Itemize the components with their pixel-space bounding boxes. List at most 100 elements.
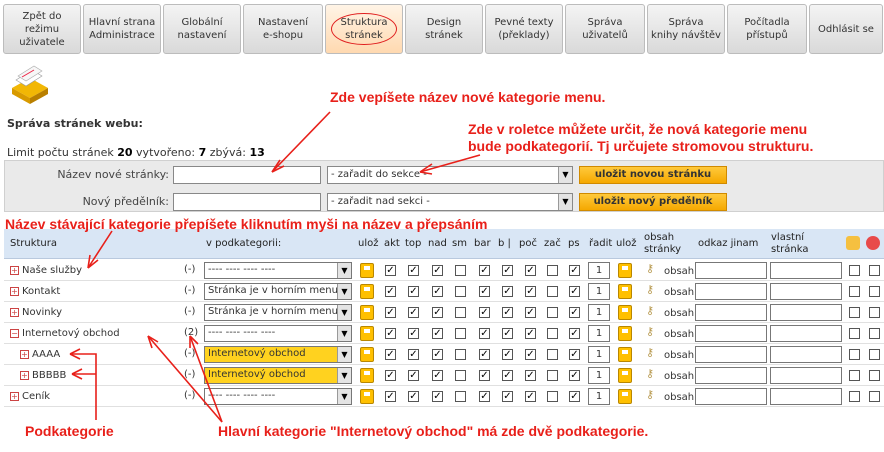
flag-checkbox[interactable]: ✓ bbox=[502, 265, 513, 276]
flag-checkbox[interactable]: ✓ bbox=[479, 370, 490, 381]
visibility-checkbox[interactable] bbox=[869, 328, 880, 339]
flag-checkbox[interactable] bbox=[547, 286, 558, 297]
expand-icon[interactable]: + bbox=[20, 371, 29, 380]
flag-checkbox[interactable]: ✓ bbox=[569, 391, 580, 402]
content-link[interactable]: obsah bbox=[664, 350, 694, 361]
content-link[interactable]: obsah bbox=[664, 308, 694, 319]
tab-4[interactable]: Nastavení e-shopu bbox=[243, 4, 323, 54]
flag-checkbox[interactable]: ✓ bbox=[385, 349, 396, 360]
lock-checkbox[interactable] bbox=[849, 349, 860, 360]
expand-icon[interactable]: + bbox=[10, 287, 19, 296]
flag-checkbox[interactable] bbox=[455, 391, 466, 402]
save-order-icon[interactable] bbox=[618, 326, 632, 341]
flag-checkbox[interactable]: ✓ bbox=[479, 307, 490, 318]
expand-icon[interactable]: + bbox=[10, 266, 19, 275]
visibility-checkbox[interactable] bbox=[869, 286, 880, 297]
parent-category-select[interactable]: ---- ---- ---- ---- ▼ bbox=[204, 388, 352, 405]
flag-checkbox[interactable]: ✓ bbox=[525, 349, 536, 360]
order-input[interactable]: 1 bbox=[588, 367, 610, 384]
flag-checkbox[interactable]: ✓ bbox=[408, 370, 419, 381]
order-input[interactable]: 1 bbox=[588, 346, 610, 363]
flag-checkbox[interactable]: ✓ bbox=[432, 370, 443, 381]
tab-7[interactable]: Pevné texty (překlady) bbox=[485, 4, 563, 54]
flag-checkbox[interactable]: ✓ bbox=[385, 265, 396, 276]
external-link-input[interactable] bbox=[695, 346, 767, 363]
visibility-checkbox[interactable] bbox=[869, 265, 880, 276]
flag-checkbox[interactable]: ✓ bbox=[385, 328, 396, 339]
order-input[interactable]: 1 bbox=[588, 304, 610, 321]
lock-checkbox[interactable] bbox=[849, 391, 860, 402]
flag-checkbox[interactable]: ✓ bbox=[569, 286, 580, 297]
custom-page-input[interactable] bbox=[770, 367, 842, 384]
expand-icon[interactable]: + bbox=[10, 308, 19, 317]
tab-6[interactable]: Design stránek bbox=[405, 4, 483, 54]
flag-checkbox[interactable]: ✓ bbox=[385, 370, 396, 381]
visibility-checkbox[interactable] bbox=[869, 370, 880, 381]
flag-checkbox[interactable]: ✓ bbox=[569, 307, 580, 318]
tab-3[interactable]: Globální nastavení bbox=[163, 4, 241, 54]
flag-checkbox[interactable]: ✓ bbox=[479, 286, 490, 297]
flag-checkbox[interactable]: ✓ bbox=[408, 286, 419, 297]
save-icon[interactable] bbox=[360, 368, 374, 383]
tab-5[interactable]: Struktura stránek bbox=[325, 4, 403, 54]
custom-page-input[interactable] bbox=[770, 325, 842, 342]
save-icon[interactable] bbox=[360, 263, 374, 278]
new-divider-name-input[interactable] bbox=[173, 193, 321, 211]
content-link[interactable]: obsah bbox=[664, 287, 694, 298]
flag-checkbox[interactable]: ✓ bbox=[432, 307, 443, 318]
row-name[interactable]: + Ceník bbox=[10, 386, 50, 407]
tab-1[interactable]: Zpět do režimu uživatele bbox=[3, 4, 81, 54]
external-link-input[interactable] bbox=[695, 262, 767, 279]
save-new-divider-button[interactable]: uložit nový předělník bbox=[579, 193, 727, 211]
flag-checkbox[interactable] bbox=[455, 370, 466, 381]
new-page-name-input[interactable] bbox=[173, 166, 321, 184]
flag-checkbox[interactable] bbox=[547, 370, 558, 381]
flag-checkbox[interactable]: ✓ bbox=[479, 265, 490, 276]
flag-checkbox[interactable] bbox=[547, 328, 558, 339]
external-link-input[interactable] bbox=[695, 304, 767, 321]
save-order-icon[interactable] bbox=[618, 389, 632, 404]
external-link-input[interactable] bbox=[695, 283, 767, 300]
flag-checkbox[interactable]: ✓ bbox=[408, 328, 419, 339]
custom-page-input[interactable] bbox=[770, 262, 842, 279]
lock-checkbox[interactable] bbox=[849, 286, 860, 297]
flag-checkbox[interactable]: ✓ bbox=[408, 307, 419, 318]
flag-checkbox[interactable]: ✓ bbox=[385, 286, 396, 297]
tab-10[interactable]: Počítadla přístupů bbox=[727, 4, 807, 54]
lock-checkbox[interactable] bbox=[849, 265, 860, 276]
parent-category-select[interactable]: Internetový obchod ▼ bbox=[204, 367, 352, 384]
save-new-page-button[interactable]: uložit novou stránku bbox=[579, 166, 727, 184]
flag-checkbox[interactable]: ✓ bbox=[502, 370, 513, 381]
flag-checkbox[interactable]: ✓ bbox=[502, 349, 513, 360]
save-icon[interactable] bbox=[360, 389, 374, 404]
parent-category-select[interactable]: ---- ---- ---- ---- ▼ bbox=[204, 262, 352, 279]
flag-checkbox[interactable]: ✓ bbox=[525, 391, 536, 402]
content-link[interactable]: obsah bbox=[664, 266, 694, 277]
save-icon[interactable] bbox=[360, 284, 374, 299]
flag-checkbox[interactable] bbox=[455, 328, 466, 339]
flag-checkbox[interactable]: ✓ bbox=[385, 307, 396, 318]
custom-page-input[interactable] bbox=[770, 283, 842, 300]
save-order-icon[interactable] bbox=[618, 284, 632, 299]
flag-checkbox[interactable]: ✓ bbox=[569, 265, 580, 276]
flag-checkbox[interactable]: ✓ bbox=[502, 391, 513, 402]
flag-checkbox[interactable]: ✓ bbox=[502, 307, 513, 318]
flag-checkbox[interactable]: ✓ bbox=[432, 349, 443, 360]
save-icon[interactable] bbox=[360, 305, 374, 320]
flag-checkbox[interactable]: ✓ bbox=[479, 328, 490, 339]
lock-checkbox[interactable] bbox=[849, 307, 860, 318]
external-link-input[interactable] bbox=[695, 325, 767, 342]
order-input[interactable]: 1 bbox=[588, 388, 610, 405]
flag-checkbox[interactable]: ✓ bbox=[525, 307, 536, 318]
lock-checkbox[interactable] bbox=[849, 328, 860, 339]
flag-checkbox[interactable]: ✓ bbox=[479, 349, 490, 360]
visibility-checkbox[interactable] bbox=[869, 391, 880, 402]
external-link-input[interactable] bbox=[695, 388, 767, 405]
flag-checkbox[interactable]: ✓ bbox=[502, 328, 513, 339]
row-name[interactable]: + Novinky bbox=[10, 302, 62, 323]
flag-checkbox[interactable]: ✓ bbox=[385, 391, 396, 402]
parent-category-select[interactable]: Internetový obchod ▼ bbox=[204, 346, 352, 363]
expand-icon[interactable]: + bbox=[10, 392, 19, 401]
flag-checkbox[interactable] bbox=[547, 391, 558, 402]
row-name[interactable]: + BBBBB bbox=[20, 365, 66, 386]
